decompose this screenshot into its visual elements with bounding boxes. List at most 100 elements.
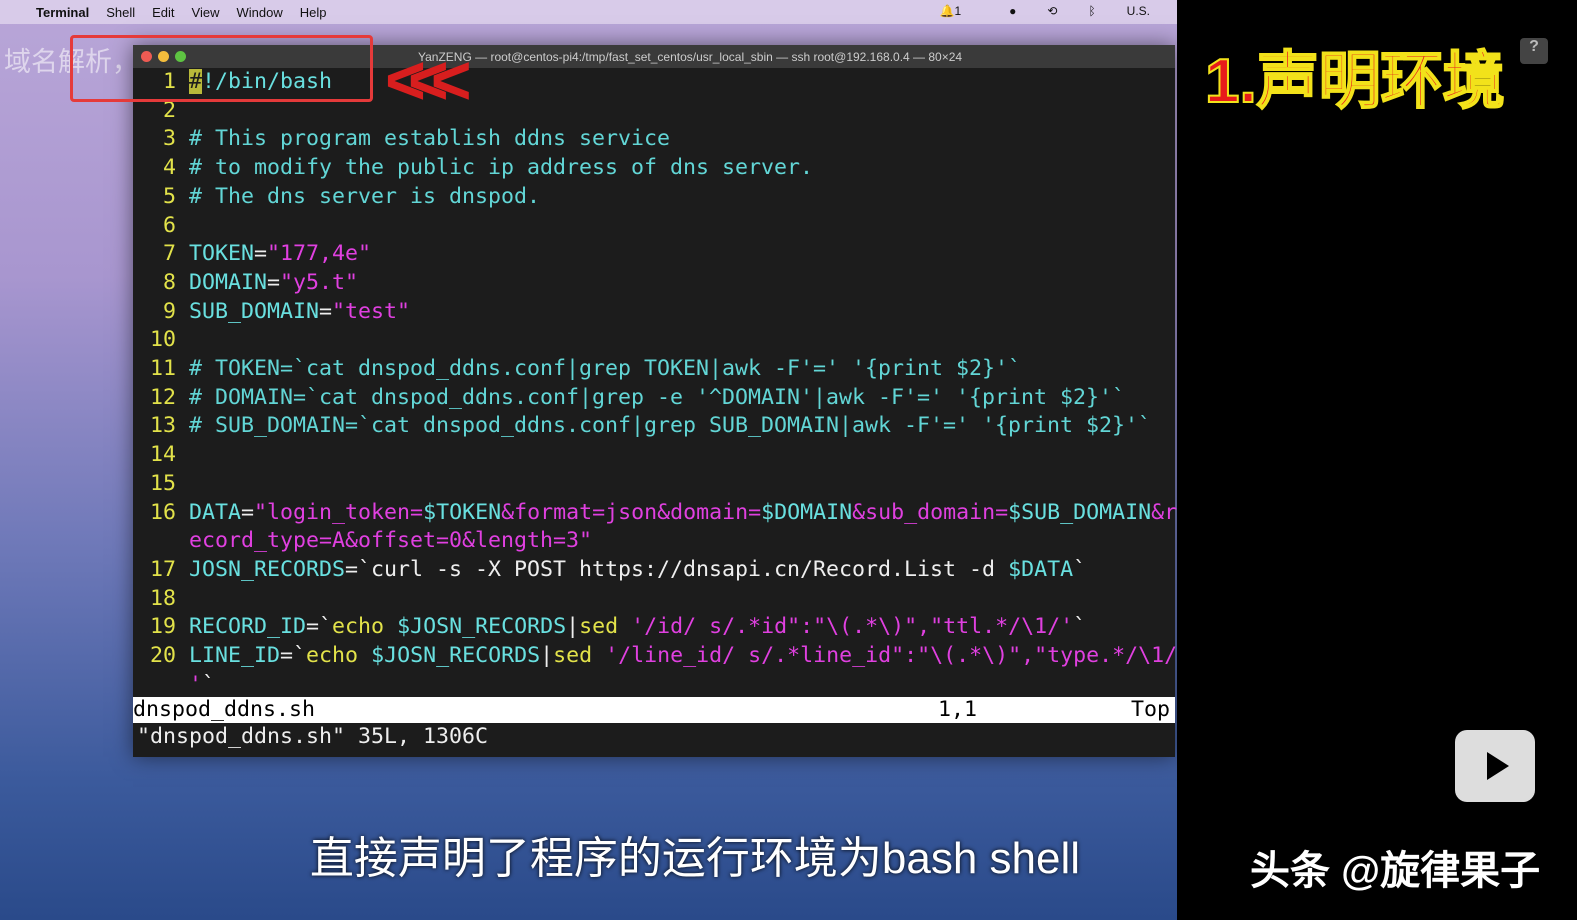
code-token: $JOSN_RECORDS (371, 643, 541, 669)
line-number: 19 (137, 614, 190, 640)
code-token: DOMAIN (189, 269, 268, 295)
code-token: ' (189, 671, 203, 697)
code-line: 11 # TOKEN=`cat dnspod_ddns.conf|grep TO… (137, 355, 1177, 384)
code-token: # DOMAIN=`cat dnspod_ddns.conf|grep -e '… (189, 384, 1126, 410)
notification-icon[interactable]: 🔔1 (940, 4, 979, 18)
line-number: 3 (137, 126, 190, 152)
window-title: YanZENG — root@centos-pi4:/tmp/fast_set_… (418, 49, 963, 64)
code-line: 10 (137, 326, 1177, 355)
line-number: 12 (137, 384, 190, 410)
code-token: &sub_domain= (852, 499, 1009, 525)
code-token: | (540, 643, 554, 669)
code-token: sed (553, 643, 606, 669)
code-token: JOSN_RECORDS (189, 556, 346, 582)
code-line: 20 LINE_ID=`echo $JOSN_RECORDS|sed '/lin… (137, 642, 1177, 671)
code-line: 13 # SUB_DOMAIN=`cat dnspod_ddns.conf|gr… (137, 412, 1177, 441)
menu-edit[interactable]: Edit (152, 5, 174, 20)
code-token: "test" (332, 298, 411, 324)
line-number: 15 (137, 470, 190, 496)
menu-view[interactable]: View (192, 5, 220, 20)
code-token: # This program establish ddns service (189, 126, 671, 152)
code-token: '/line_id/ s/.*line_id":"\(.*\)","type.*… (605, 643, 1178, 669)
code-token: &format=json&domain= (501, 499, 762, 525)
code-line: 3 # This program establish ddns service (137, 125, 1177, 154)
line-number (137, 528, 189, 553)
code-token: $JOSN_RECORDS (397, 614, 567, 640)
code-line: 17 JOSN_RECORDS=`curl -s -X POST https:/… (137, 556, 1177, 585)
code-token: ` (1073, 614, 1087, 640)
code-token: '/id/ s/.*id":"\(.*\)","ttl.*/\1/' (631, 614, 1074, 640)
code-token: $DOMAIN (761, 499, 853, 525)
video-logo-icon (1455, 730, 1535, 802)
help-icon[interactable]: ? (1520, 38, 1548, 64)
wechat-icon[interactable]: ● (1009, 4, 1016, 18)
time-machine-icon[interactable]: ⟲ (1047, 4, 1057, 18)
vim-buffer[interactable]: 1 #!/bin/bash 2 3 # This program establi… (137, 68, 1177, 699)
code-token: ` (1073, 556, 1087, 582)
code-line: ecord_type=A&offset=0&length=3" (137, 527, 1177, 556)
notification-count: 1 (954, 4, 962, 18)
menu-app-terminal[interactable]: Terminal (36, 5, 89, 20)
code-token: # TOKEN=`cat dnspod_ddns.conf|grep TOKEN… (189, 356, 1022, 382)
line-number: 4 (137, 155, 190, 181)
code-token: = (319, 298, 333, 324)
code-token: | (566, 614, 580, 640)
code-line: 14 (137, 441, 1177, 470)
code-token: "y5.t" (280, 269, 359, 295)
watermark: 头条 @旋律果子 (1250, 849, 1541, 893)
vim-status-line: dnspod_ddns.sh 1,1 Top (133, 697, 1175, 723)
line-number: 11 (137, 356, 190, 382)
line-number: 17 (137, 556, 190, 582)
code-token: # SUB_DOMAIN=`cat dnspod_ddns.conf|grep … (189, 413, 1152, 439)
status-filename: dnspod_ddns.sh (133, 697, 316, 722)
line-number: 6 (137, 212, 190, 238)
code-token: DATA (189, 499, 242, 525)
arrow-icon: <<< (385, 41, 472, 119)
input-source[interactable]: U.S. (1127, 4, 1150, 18)
menu-shell[interactable]: Shell (106, 5, 135, 20)
line-number: 8 (137, 269, 190, 295)
highlight-box (70, 35, 373, 102)
code-token: echo (332, 614, 398, 640)
line-number (137, 672, 189, 697)
code-line: 5 # The dns server is dnspod. (137, 183, 1177, 212)
code-token: echo (306, 643, 372, 669)
code-line: 4 # to modify the public ip address of d… (137, 154, 1177, 183)
line-number: 9 (137, 298, 190, 324)
line-number: 16 (137, 499, 190, 525)
code-line: 18 (137, 585, 1177, 614)
code-token: $DATA (1008, 556, 1074, 582)
code-token: LINE_ID (189, 643, 281, 669)
code-token: "177,4e" (267, 241, 372, 267)
line-number: 7 (137, 241, 190, 267)
code-token: = (241, 499, 255, 525)
line-number: 10 (137, 327, 190, 353)
status-tray: 🔔1 ● ⟲ ᛒ U.S. (940, 4, 1168, 18)
menu-help[interactable]: Help (300, 5, 327, 20)
code-token: = (267, 269, 281, 295)
line-number: 14 (137, 442, 190, 468)
code-line: 8 DOMAIN="y5.t" (137, 269, 1177, 298)
status-position: 1,1 (938, 697, 978, 722)
code-token: SUB_DOMAIN (189, 298, 320, 324)
vim-message: "dnspod_ddns.sh" 35L, 1306C (137, 724, 489, 749)
bluetooth-icon[interactable]: ᛒ (1088, 4, 1095, 18)
code-line: 16 DATA="login_token=$TOKEN&format=json&… (137, 499, 1177, 528)
code-token: # to modify the public ip address of dns… (189, 155, 814, 181)
menu-bar: Terminal Shell Edit View Window Help 🔔1 … (0, 0, 1177, 24)
status-scroll: Top (1131, 697, 1171, 722)
terminal-window: YanZENG — root@centos-pi4:/tmp/fast_set_… (133, 45, 1177, 757)
menu-window[interactable]: Window (237, 5, 283, 20)
line-number: 13 (137, 413, 190, 439)
code-line: 15 (137, 470, 1177, 499)
line-number: 5 (137, 183, 190, 209)
code-token: RECORD_ID (189, 614, 307, 640)
code-line: 7 TOKEN="177,4e" (137, 240, 1177, 269)
code-token: =` (280, 643, 307, 669)
code-line: 19 RECORD_ID=`echo $JOSN_RECORDS|sed '/i… (137, 613, 1177, 642)
code-token: sed (579, 614, 632, 640)
code-token: $TOKEN (423, 499, 502, 525)
code-token: =` (306, 614, 333, 640)
code-line: 9 SUB_DOMAIN="test" (137, 298, 1177, 327)
line-number: 18 (137, 585, 190, 611)
